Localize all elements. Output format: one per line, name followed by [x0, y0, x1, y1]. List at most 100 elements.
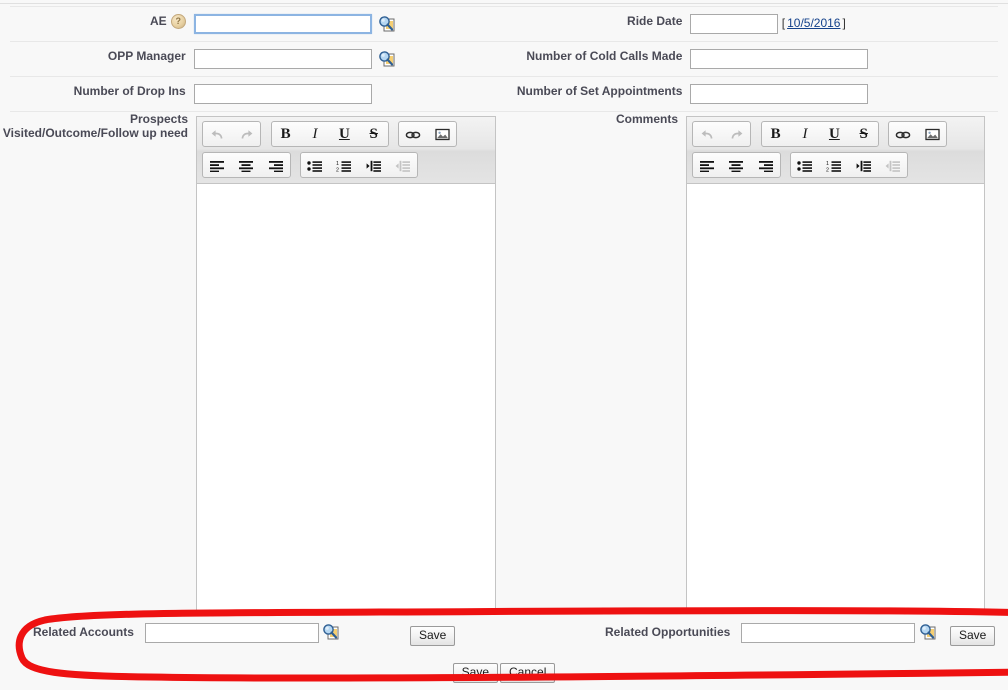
bold-button[interactable]: B: [273, 123, 299, 145]
field-opp-manager: [193, 42, 504, 76]
field-drop-ins: [193, 77, 504, 111]
label-ride-date-text: Ride Date: [627, 14, 683, 28]
label-comments: Comments: [496, 112, 678, 126]
field-ride-date: [10/5/2016]: [690, 7, 1008, 41]
cancel-button[interactable]: Cancel: [500, 663, 556, 683]
label-cold-calls-text: Number of Cold Calls Made: [526, 49, 683, 63]
drop-ins-input[interactable]: [193, 84, 372, 104]
lookup-icon[interactable]: [919, 623, 937, 641]
related-accounts-input[interactable]: [145, 623, 319, 643]
cold-calls-input[interactable]: [690, 49, 869, 69]
align-left-icon[interactable]: [694, 154, 720, 176]
lookup-icon[interactable]: [378, 50, 396, 68]
bullet-list-icon[interactable]: [792, 154, 818, 176]
numbered-list-icon[interactable]: 12: [821, 154, 847, 176]
align-center-icon[interactable]: [723, 154, 749, 176]
field-row-ae-ridedate: AE? Ride Date [10/5/2016]: [0, 7, 1008, 41]
label-set-appointments: Number of Set Appointments: [504, 77, 691, 111]
redo-icon[interactable]: [723, 123, 749, 145]
top-divider: [0, 3, 1008, 4]
footer-button-bar: Save Cancel: [0, 663, 1008, 683]
field-set-appointments: [690, 77, 1008, 111]
date-hint-close: ]: [842, 16, 846, 31]
italic-button[interactable]: I: [302, 123, 328, 145]
rte-toolbar-row2: 12: [202, 152, 490, 178]
label-comments-text: Comments: [615, 112, 678, 126]
label-opp-manager-text: OPP Manager: [107, 49, 186, 63]
save-button[interactable]: Save: [452, 663, 498, 683]
undo-icon[interactable]: [204, 123, 230, 145]
align-center-icon[interactable]: [233, 154, 259, 176]
prospects-rich-text-editor: B I U S 1 2: [196, 116, 496, 611]
rte-toolbar: B I U S 1 2: [197, 117, 495, 184]
label-set-appointments-text: Number of Set Appointments: [516, 84, 683, 98]
label-related-opportunities: Related Opportunities: [605, 625, 730, 639]
help-icon[interactable]: ?: [170, 14, 186, 30]
link-icon[interactable]: [890, 123, 916, 145]
label-related-accounts: Related Accounts: [33, 625, 134, 639]
bold-button[interactable]: B: [763, 123, 789, 145]
lookup-icon[interactable]: [322, 623, 340, 641]
set-appointments-input[interactable]: [690, 84, 869, 104]
field-grid: AE? Ride Date [10/5/2016] OPP Manager N…: [0, 6, 1008, 112]
rte-toolbar-row2: 12: [692, 152, 979, 178]
insert-group: [398, 121, 458, 147]
redo-icon[interactable]: [233, 123, 259, 145]
alignment-group: [202, 152, 291, 178]
svg-text:2: 2: [336, 167, 339, 171]
label-cold-calls: Number of Cold Calls Made: [504, 42, 691, 76]
opp-manager-input[interactable]: [193, 49, 372, 69]
save-related-opportunities-button[interactable]: Save: [950, 626, 996, 646]
outdent-icon[interactable]: [880, 154, 906, 176]
strikethrough-button[interactable]: S: [851, 123, 877, 145]
text-format-group: B I U S: [760, 121, 879, 147]
label-related-opportunities-text: Related Opportunities: [605, 625, 731, 639]
ride-along-edit-page: AE? Ride Date [10/5/2016] OPP Manager N…: [0, 0, 1008, 690]
label-opp-manager: OPP Manager: [0, 42, 194, 76]
outdent-icon[interactable]: [390, 154, 416, 176]
ride-date-input[interactable]: [690, 14, 779, 34]
link-icon[interactable]: [400, 123, 426, 145]
field-ae: [193, 7, 504, 41]
svg-text:1: 1: [336, 161, 339, 167]
text-format-group: B I U S: [270, 121, 389, 147]
label-ae-text: AE: [150, 14, 167, 28]
indent-icon[interactable]: [851, 154, 877, 176]
list-group: 12: [300, 152, 419, 178]
alignment-group: [692, 152, 781, 178]
bullet-list-icon[interactable]: [302, 154, 328, 176]
field-row-oppmanager-coldcalls: OPP Manager Number of Cold Calls Made: [0, 42, 1008, 76]
image-icon[interactable]: [429, 123, 455, 145]
field-row-dropins-appointments: Number of Drop Ins Number of Set Appoint…: [0, 77, 1008, 111]
italic-button[interactable]: I: [792, 123, 818, 145]
field-cold-calls: [690, 42, 1008, 76]
date-hint-open: [: [781, 16, 786, 31]
label-prospects: Prospects Visited/Outcome/Follow up need: [0, 112, 188, 140]
align-right-icon[interactable]: [753, 154, 779, 176]
label-ae: AE?: [0, 7, 194, 41]
prospects-editor-body[interactable]: [197, 184, 495, 605]
label-drop-ins: Number of Drop Ins: [0, 77, 194, 111]
align-right-icon[interactable]: [263, 154, 289, 176]
image-icon[interactable]: [919, 123, 945, 145]
undo-icon[interactable]: [694, 123, 720, 145]
rte-toolbar: B I U S 1 2: [687, 117, 984, 184]
indent-icon[interactable]: [361, 154, 387, 176]
comments-editor-body[interactable]: [687, 184, 984, 605]
ae-input[interactable]: [193, 14, 372, 34]
numbered-list-icon[interactable]: 12: [331, 154, 357, 176]
related-opportunities-input[interactable]: [741, 623, 915, 643]
underline-button[interactable]: U: [821, 123, 847, 145]
label-drop-ins-text: Number of Drop Ins: [73, 84, 186, 98]
list-group: 12: [790, 152, 909, 178]
label-prospects-text: Prospects Visited/Outcome/Follow up need: [2, 112, 188, 140]
history-group: [202, 121, 262, 147]
strikethrough-button[interactable]: S: [361, 123, 387, 145]
svg-text:1: 1: [826, 161, 829, 167]
lookup-icon[interactable]: [378, 15, 396, 33]
save-related-accounts-button[interactable]: Save: [410, 626, 456, 646]
underline-button[interactable]: U: [331, 123, 357, 145]
align-left-icon[interactable]: [204, 154, 230, 176]
insert-group: [888, 121, 948, 147]
today-date-link[interactable]: 10/5/2016: [787, 16, 840, 30]
